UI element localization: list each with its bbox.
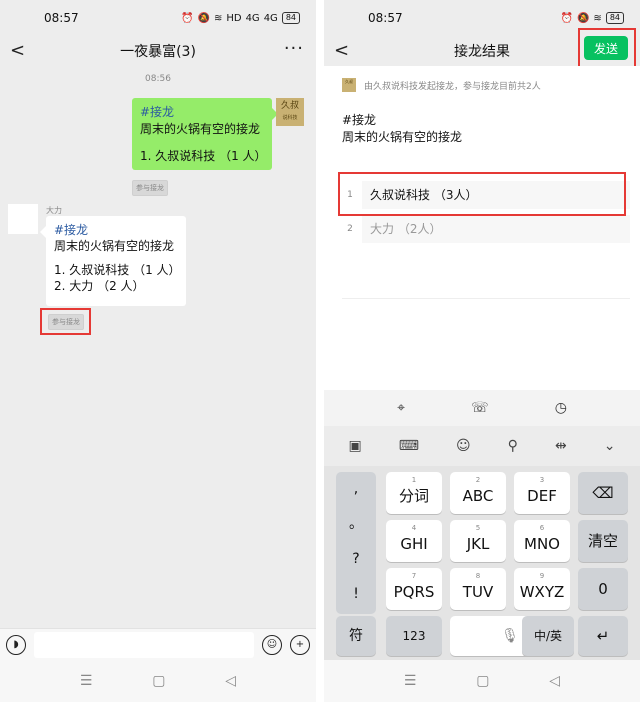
- system-nav: ☰ ▢ ◁: [324, 660, 640, 702]
- punctuation-column: , 。 ? !: [336, 472, 376, 614]
- key-7[interactable]: 7 PQRS: [386, 568, 442, 610]
- jielong-result-screen: 08:57 ⏰ 🔕 ≋ 84 < 接龙结果 发送 久叔 由久叔说科技发起接龙，参…: [324, 0, 640, 702]
- keyboard: , 。 ? ! 1 分词 2 ABC 3 DEF ⌫ 4 GHI 5 JKL 6 MNO 清…: [324, 466, 640, 660]
- list-item[interactable]: 2 大力 （2人）: [338, 212, 630, 246]
- jielong-card: 久叔 由久叔说科技发起接龙，参与接龙目前共2人 #接龙 周末的火锅有空的接龙 1…: [324, 66, 640, 390]
- input-bar: ◗ ☺ +: [0, 628, 316, 660]
- message-line: 1. 久叔说科技 （1 人）: [140, 149, 267, 163]
- avatar[interactable]: [8, 204, 38, 234]
- initiator-text: 由久叔说科技发起接龙，参与接龙目前共2人: [364, 81, 541, 92]
- key-0[interactable]: 0: [578, 568, 628, 610]
- signal-icon: 4G: [245, 12, 260, 24]
- symbol-key[interactable]: 符: [336, 616, 376, 656]
- key-period[interactable]: 。: [336, 507, 376, 542]
- phone-icon[interactable]: ☏: [471, 400, 489, 416]
- key-9[interactable]: 9 WXYZ: [514, 568, 570, 610]
- status-time: 08:57: [44, 11, 79, 25]
- initiator-line: 久叔 由久叔说科技发起接龙，参与接龙目前共2人: [342, 78, 630, 92]
- divider: [342, 298, 630, 299]
- message-bubble-self[interactable]: #接龙 周末的火锅有空的接龙 1. 久叔说科技 （1 人）: [132, 98, 278, 170]
- key-4[interactable]: 4 GHI: [386, 520, 442, 562]
- topic-text: 周末的火锅有空的接龙: [342, 130, 463, 144]
- toolbox-icon[interactable]: ▣: [349, 438, 362, 454]
- chevron-down-icon[interactable]: ⌄: [604, 438, 616, 454]
- more-icon[interactable]: ···: [284, 38, 304, 59]
- alarm-icon: ⏰: [181, 12, 194, 24]
- cursor-icon[interactable]: ⇹: [555, 438, 567, 454]
- key-1[interactable]: 1 分词: [386, 472, 442, 514]
- key-6[interactable]: 6 MNO: [514, 520, 570, 562]
- back-icon[interactable]: <: [334, 40, 349, 61]
- mute-icon: 🔕: [576, 12, 590, 24]
- wifi-icon: ≋: [213, 12, 223, 24]
- page-title: 接龙结果: [454, 44, 510, 60]
- attach-toolbar: ⌖ ☏ ◷: [324, 390, 640, 426]
- key-8[interactable]: 8 TUV: [450, 568, 506, 610]
- message-line: 1. 久叔说科技 （1 人）: [54, 263, 181, 277]
- home-icon[interactable]: ▢: [476, 673, 489, 689]
- message-line: 2. 大力 （2 人）: [54, 279, 145, 293]
- chat-header: < 一夜暴富(3) ···: [0, 36, 316, 66]
- clear-key[interactable]: 清空: [578, 520, 628, 562]
- signal-icon-2: 4G: [263, 12, 278, 24]
- key-comma[interactable]: ,: [336, 472, 376, 507]
- back-triangle-icon[interactable]: ◁: [225, 673, 236, 689]
- back-icon[interactable]: <: [10, 40, 25, 61]
- key-question[interactable]: ?: [336, 542, 376, 577]
- battery-icon: 84: [281, 12, 300, 24]
- wifi-icon: ≋: [593, 12, 602, 24]
- location-icon[interactable]: ⌖: [397, 400, 405, 416]
- join-jielong-button[interactable]: 参与接龙: [132, 180, 168, 196]
- mute-icon: 🔕: [197, 12, 210, 24]
- highlight-box: [578, 28, 636, 70]
- highlight-box: [40, 308, 91, 335]
- battery-icon: 84: [605, 12, 624, 24]
- language-key[interactable]: 中/英: [522, 616, 574, 656]
- jielong-tag[interactable]: #接龙: [140, 104, 264, 121]
- menu-icon[interactable]: ☰: [80, 673, 93, 689]
- avatar[interactable]: 久叔 说科技: [276, 98, 304, 126]
- entry-number: 2: [347, 224, 353, 234]
- message-line: 周末的火锅有空的接龙: [54, 239, 175, 253]
- message-input[interactable]: [34, 631, 254, 658]
- alarm-icon: ⏰: [560, 12, 573, 24]
- key-exclaim[interactable]: !: [336, 577, 376, 612]
- message-timestamp: 08:56: [145, 74, 171, 84]
- emoji-icon[interactable]: ☺: [456, 438, 471, 454]
- home-icon[interactable]: ▢: [152, 673, 165, 689]
- back-triangle-icon[interactable]: ◁: [549, 673, 560, 689]
- key-3[interactable]: 3 DEF: [514, 472, 570, 514]
- status-time: 08:57: [368, 11, 403, 25]
- highlight-box: [338, 172, 626, 216]
- initiator-avatar: 久叔: [342, 78, 356, 92]
- entry-text[interactable]: 大力 （2人）: [362, 215, 630, 243]
- message-line: 周末的火锅有空的接龙: [140, 122, 261, 136]
- menu-icon[interactable]: ☰: [404, 673, 417, 689]
- chat-title: 一夜暴富(3): [120, 44, 196, 60]
- jielong-topic: #接龙 周末的火锅有空的接龙: [342, 112, 462, 146]
- topic-tag: #接龙: [342, 113, 377, 127]
- number-key[interactable]: 123: [386, 616, 442, 656]
- emoji-icon[interactable]: ☺: [262, 634, 282, 655]
- search-icon[interactable]: ⚲: [508, 438, 518, 454]
- system-nav: ☰ ▢ ◁: [0, 660, 316, 702]
- key-2[interactable]: 2 ABC: [450, 472, 506, 514]
- voice-icon[interactable]: ◗: [6, 634, 26, 655]
- chat-screen: 08:57 ⏰ 🔕 ≋ HD 4G 4G 84 < 一夜暴富(3) ··· 08…: [0, 0, 316, 702]
- plus-icon[interactable]: +: [290, 634, 310, 655]
- key-5[interactable]: 5 JKL: [450, 520, 506, 562]
- microphone-icon: 🎙: [501, 628, 519, 644]
- clock-icon[interactable]: ◷: [555, 400, 567, 416]
- sender-name: 大力: [46, 206, 62, 215]
- message-bubble-other[interactable]: #接龙 周末的火锅有空的接龙 1. 久叔说科技 （1 人） 2. 大力 （2 人…: [40, 216, 186, 306]
- status-bar: 08:57 ⏰ 🔕 ≋ HD 4G 4G 84: [0, 0, 316, 36]
- hd-icon: HD: [226, 12, 242, 24]
- keyboard-icon[interactable]: ⌨: [399, 438, 419, 454]
- jielong-tag[interactable]: #接龙: [54, 222, 178, 238]
- backspace-key[interactable]: ⌫: [578, 472, 628, 514]
- keyboard-toolbar: ▣ ⌨ ☺ ⚲ ⇹ ⌄: [324, 426, 640, 466]
- enter-key[interactable]: ↵: [578, 616, 628, 656]
